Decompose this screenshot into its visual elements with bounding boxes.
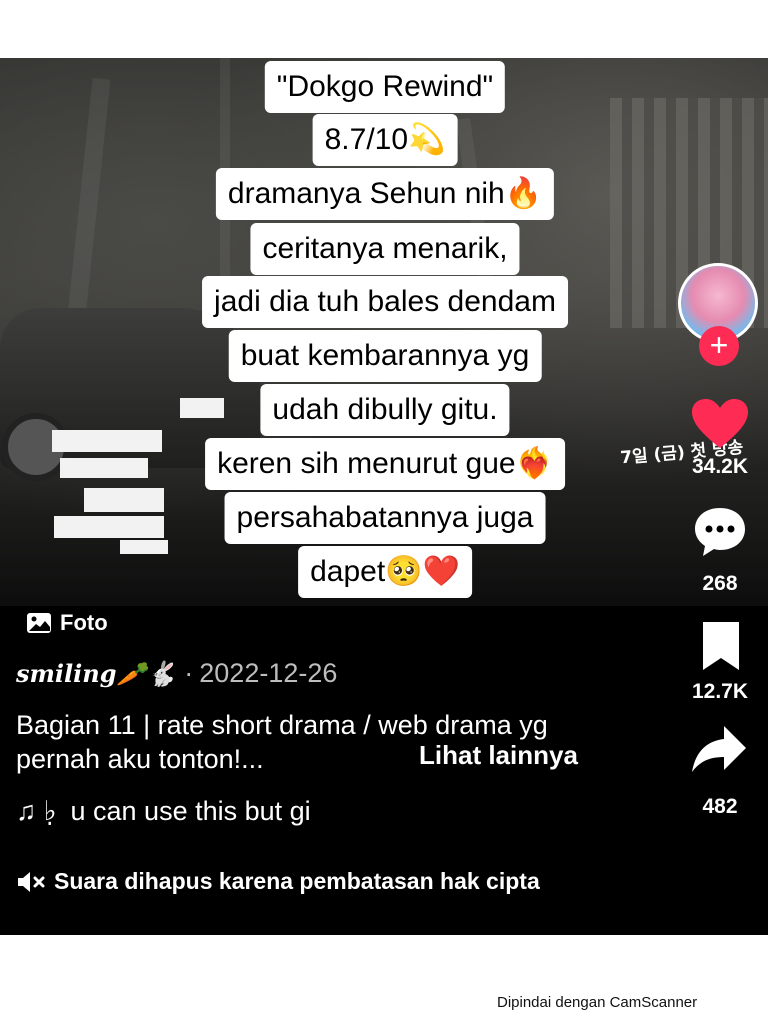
like-count: 34.2K bbox=[691, 455, 749, 478]
video-screen[interactable]: 7일 (금) 첫 방송 "Dokgo Rewind" 8.7/10💫 drama… bbox=[0, 58, 768, 935]
muted-notice-text: Suara dihapus karena pembatasan hak cipt… bbox=[54, 868, 540, 894]
follow-button[interactable]: + bbox=[699, 326, 739, 366]
comment-icon bbox=[695, 508, 745, 556]
author-row: smiling🥕🐇 · 2022-12-26 bbox=[16, 658, 337, 689]
caption-line-1: "Dokgo Rewind" bbox=[264, 61, 506, 113]
caption-line-8: keren sih menurut gue❤️‍🔥 bbox=[205, 438, 565, 490]
photo-type-tag: Foto bbox=[26, 610, 108, 636]
separator-dot: · bbox=[184, 658, 194, 688]
music-note-icon: ♫ ♭̣ bbox=[16, 796, 57, 826]
photo-icon bbox=[27, 613, 51, 633]
save-count: 12.7K bbox=[691, 680, 749, 703]
post-date: 2022-12-26 bbox=[199, 658, 338, 688]
caption-line-2: 8.7/10💫 bbox=[312, 114, 458, 166]
muted-notice: Suara dihapus karena pembatasan hak cipt… bbox=[16, 868, 540, 895]
caption-line-9: persahabatannya juga bbox=[224, 492, 546, 544]
share-button[interactable] bbox=[690, 724, 748, 774]
caption-line-3: dramanya Sehun nih🔥 bbox=[215, 168, 555, 220]
username[interactable]: smiling🥕🐇 bbox=[16, 659, 176, 688]
heart-icon bbox=[692, 399, 748, 448]
like-button[interactable] bbox=[690, 398, 750, 450]
music-row[interactable]: ♫ ♭̣ u can use this but gi bbox=[16, 796, 311, 827]
caption-line-7: udah dibully gitu. bbox=[260, 384, 510, 436]
comment-count: 268 bbox=[702, 572, 738, 595]
save-button[interactable] bbox=[699, 620, 743, 672]
share-icon bbox=[692, 726, 746, 772]
caption-line-10: dapet🥺❤️ bbox=[298, 546, 472, 598]
photo-type-label: Foto bbox=[60, 610, 108, 635]
muted-speaker-icon bbox=[18, 871, 45, 892]
bookmark-icon bbox=[703, 622, 739, 670]
comment-button[interactable] bbox=[692, 504, 748, 560]
plus-icon: + bbox=[709, 327, 729, 363]
music-title: u can use this but gi bbox=[70, 796, 311, 826]
share-count: 482 bbox=[702, 795, 738, 818]
caption-line-6: buat kembarannya yg bbox=[228, 330, 542, 382]
scanner-watermark: Dipindai dengan CamScanner bbox=[497, 994, 698, 1011]
see-more-link[interactable]: Lihat lainnya bbox=[419, 740, 578, 771]
caption-line-5: jadi dia tuh bales dendam bbox=[202, 276, 568, 328]
caption-line-4: ceritanya menarik, bbox=[250, 223, 520, 275]
